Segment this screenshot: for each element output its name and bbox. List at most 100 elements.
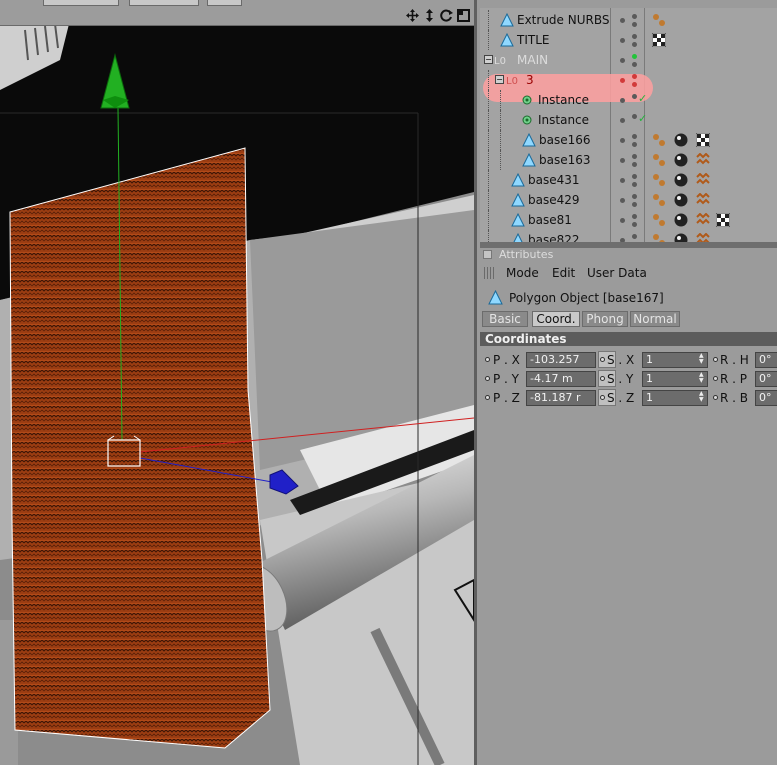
menu-user-data[interactable]: User Data [587,266,647,280]
editor-visibility-dot[interactable] [620,98,625,103]
texture-brick-icon[interactable] [696,153,710,167]
object-row[interactable]: Instance ✓ [480,90,777,110]
object-manager[interactable]: Extrude NURBS TITLE − L0 MAIN − L0 3 Ins… [480,8,777,242]
pos-z-field[interactable]: -81.187 r [526,390,596,406]
render-visibility-dot[interactable] [632,142,637,147]
material-balls-icon[interactable] [652,133,666,147]
texture-checker-icon[interactable] [716,213,730,227]
render-visibility-dot[interactable] [632,82,637,87]
editor-visibility-dot[interactable] [632,154,637,159]
editor-visibility-dot[interactable] [632,234,637,239]
editor-visibility-dot[interactable] [632,174,637,179]
editor-visibility-dot[interactable] [620,18,625,23]
maximize-view-icon[interactable] [457,7,470,22]
render-visibility-dot[interactable] [632,42,637,47]
editor-visibility-dot[interactable] [632,114,637,119]
render-visibility-dot[interactable] [632,182,637,187]
render-visibility-dot[interactable] [632,222,637,227]
texture-checker-icon[interactable] [696,133,710,147]
menu-edit[interactable]: Edit [552,266,575,280]
render-visibility-dot[interactable] [632,162,637,167]
keyframe-radio[interactable] [600,395,605,400]
editor-visibility-dot[interactable] [620,218,625,223]
editor-visibility-dot[interactable] [620,158,625,163]
stepper-arrows-icon[interactable]: ▲ ▼ [699,391,705,403]
editor-visibility-dot[interactable] [632,14,637,19]
object-row[interactable]: base822 [480,230,777,242]
editor-visibility-dot[interactable] [632,34,637,39]
editor-visibility-dot[interactable] [632,194,637,199]
object-row[interactable]: Extrude NURBS [480,10,777,30]
material-balls-icon[interactable] [652,173,666,187]
panel-toggle-checkbox[interactable] [483,250,492,259]
enabled-check-icon[interactable]: ✓ [638,112,647,125]
tab-normal[interactable]: Normal [630,311,680,327]
rot-p-field[interactable]: 0° [755,371,777,387]
editor-visibility-dot[interactable] [620,138,625,143]
pos-x-field[interactable]: -103.257 [526,352,596,368]
enabled-check-icon[interactable]: ✓ [638,92,647,105]
stepper-arrows-icon[interactable]: ▲ ▼ [699,372,705,384]
texture-brick-icon[interactable] [696,213,710,227]
keyframe-radio[interactable] [600,357,605,362]
editor-visibility-dot[interactable] [620,78,625,83]
texture-checker-icon[interactable] [652,33,666,47]
object-row[interactable]: base429 [480,190,777,210]
material-sphere-icon[interactable] [674,233,688,242]
render-visibility-dot[interactable] [632,22,637,27]
tab-phong[interactable]: Phong [582,311,628,327]
menu-mode[interactable]: Mode [506,266,539,280]
keyframe-radio[interactable] [600,376,605,381]
editor-visibility-dot[interactable] [620,38,625,43]
material-sphere-icon[interactable] [674,173,688,187]
object-row[interactable]: TITLE [480,30,777,50]
keyframe-radio[interactable] [713,395,718,400]
rotate-view-icon[interactable] [440,7,453,22]
keyframe-radio[interactable] [713,376,718,381]
rot-b-field[interactable]: 0° [755,390,777,406]
collapse-toggle[interactable]: − [495,75,504,84]
editor-visibility-dot[interactable] [632,214,637,219]
object-row-selected[interactable]: − L0 3 [480,70,777,90]
object-row[interactable]: Instance ✓ [480,110,777,130]
material-balls-icon[interactable] [652,233,666,242]
render-visibility-dot[interactable] [632,202,637,207]
object-row[interactable]: − L0 MAIN [480,50,777,70]
object-row[interactable]: base163 [480,150,777,170]
object-row[interactable]: base166 [480,130,777,150]
viewport-scene[interactable] [0,0,474,765]
texture-brick-icon[interactable] [696,173,710,187]
editor-visibility-dot[interactable] [620,178,625,183]
grip-icon[interactable] [484,267,496,279]
keyframe-radio[interactable] [485,357,490,362]
editor-visibility-dot[interactable] [632,74,637,79]
keyframe-radio[interactable] [485,395,490,400]
material-sphere-icon[interactable] [674,193,688,207]
render-visibility-dot[interactable] [632,62,637,67]
material-sphere-icon[interactable] [674,213,688,227]
dolly-view-icon[interactable] [423,7,436,22]
editor-visibility-dot[interactable] [620,198,625,203]
object-row[interactable]: base431 [480,170,777,190]
viewport-menu-tab[interactable] [207,0,242,6]
editor-visibility-dot[interactable] [632,134,637,139]
editor-visibility-dot[interactable] [620,118,625,123]
rot-h-field[interactable]: 0° [755,352,777,368]
pos-y-field[interactable]: -4.17 m [526,371,596,387]
tab-basic[interactable]: Basic [482,311,528,327]
material-balls-icon[interactable] [652,213,666,227]
keyframe-radio[interactable] [485,376,490,381]
stepper-arrows-icon[interactable]: ▲ ▼ [699,353,705,365]
texture-brick-icon[interactable] [696,233,710,242]
collapse-toggle[interactable]: − [484,55,493,64]
texture-brick-icon[interactable] [696,193,710,207]
material-balls-icon[interactable] [652,13,666,27]
object-row[interactable]: base81 [480,210,777,230]
editor-visibility-dot[interactable] [632,54,637,59]
tab-coord[interactable]: Coord. [532,311,580,327]
move-view-icon[interactable] [406,7,419,22]
viewport-menu-tab[interactable] [129,0,199,6]
material-sphere-icon[interactable] [674,133,688,147]
keyframe-radio[interactable] [713,357,718,362]
material-sphere-icon[interactable] [674,153,688,167]
